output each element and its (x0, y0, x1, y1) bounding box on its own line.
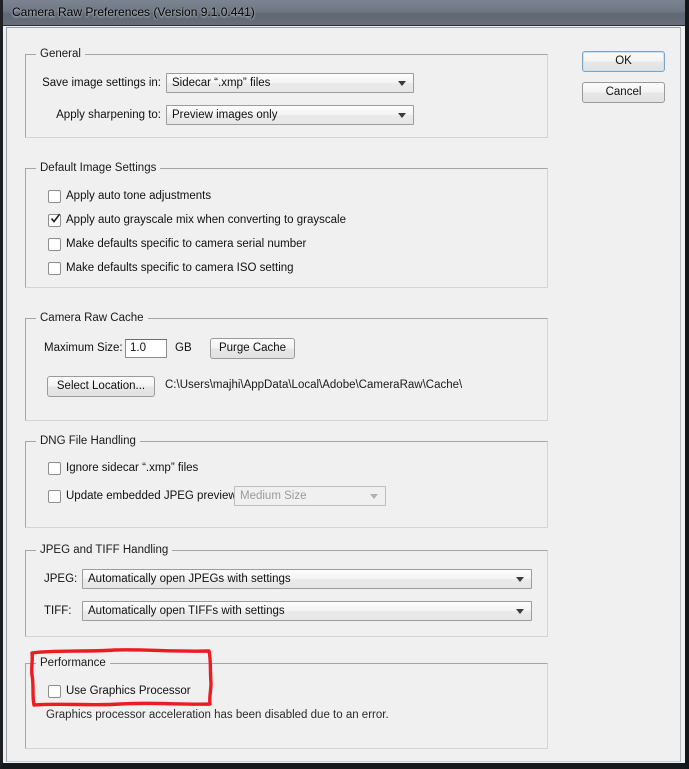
default-image-settings-group-title: Default Image Settings (36, 162, 161, 174)
dng-file-handling-group: DNG File Handling (25, 435, 548, 528)
window-title: Camera Raw Preferences (Version 9.1.0.44… (12, 5, 255, 19)
performance-group: Performance (25, 657, 548, 749)
checkbox-ignore-sidecar-xmp[interactable] (48, 462, 61, 475)
jpeg-handling-dropdown[interactable]: Automatically open JPEGs with settings (82, 569, 532, 589)
maximum-size-input[interactable]: 1.0 (125, 339, 167, 358)
graphics-processor-error-text: Graphics processor acceleration has been… (46, 709, 389, 721)
save-image-settings-value: Sidecar “.xmp” files (172, 77, 271, 89)
tiff-handling-dropdown[interactable]: Automatically open TIFFs with settings (82, 601, 532, 621)
ok-button[interactable]: OK (582, 51, 665, 72)
checkmark-icon (50, 213, 61, 223)
jpeg-tiff-handling-group-title: JPEG and TIFF Handling (36, 544, 173, 556)
apply-sharpening-value: Preview images only (172, 109, 278, 121)
checkbox-use-graphics-processor[interactable] (48, 685, 61, 698)
checkbox-update-embedded-jpeg-previews-label: Update embedded JPEG previews: (66, 490, 246, 502)
jpeg-tiff-handling-group: JPEG and TIFF Handling (25, 544, 548, 637)
camera-raw-cache-group: Camera Raw Cache (25, 312, 548, 421)
chevron-down-icon (398, 81, 406, 86)
general-group-title: General (36, 48, 85, 60)
checkbox-apply-auto-grayscale-mix[interactable] (48, 213, 61, 227)
checkbox-apply-auto-tone[interactable] (48, 190, 61, 203)
chevron-down-icon (398, 113, 406, 118)
checkbox-apply-auto-grayscale-mix-label: Apply auto grayscale mix when converting… (66, 214, 346, 226)
checkbox-update-embedded-jpeg-previews[interactable] (48, 490, 61, 503)
checkbox-defaults-camera-iso[interactable] (48, 262, 61, 275)
embedded-preview-size-dropdown[interactable]: Medium Size (234, 486, 386, 506)
checkbox-apply-auto-tone-label: Apply auto tone adjustments (66, 190, 212, 202)
camera-raw-cache-group-title: Camera Raw Cache (36, 312, 148, 324)
chevron-down-icon (516, 577, 524, 582)
general-group: General (25, 48, 548, 138)
apply-sharpening-label: Apply sharpening to: (56, 109, 161, 121)
tiff-handling-value: Automatically open TIFFs with settings (88, 605, 285, 617)
cancel-button[interactable]: Cancel (582, 82, 665, 103)
dng-file-handling-group-title: DNG File Handling (36, 435, 140, 447)
checkbox-defaults-camera-serial[interactable] (48, 238, 61, 251)
cache-path-text: C:\Users\majhi\AppData\Local\Adobe\Camer… (165, 379, 463, 391)
jpeg-handling-value: Automatically open JPEGs with settings (88, 573, 291, 585)
purge-cache-button[interactable]: Purge Cache (210, 338, 295, 359)
chevron-down-icon (370, 494, 378, 499)
tiff-label: TIFF: (44, 605, 72, 617)
checkbox-ignore-sidecar-xmp-label: Ignore sidecar “.xmp” files (66, 462, 199, 474)
embedded-preview-size-value: Medium Size (240, 490, 307, 502)
save-image-settings-dropdown[interactable]: Sidecar “.xmp” files (166, 73, 414, 93)
camera-raw-preferences-window: Camera Raw Preferences (Version 9.1.0.44… (0, 0, 689, 769)
maximum-size-unit-label: GB (175, 342, 192, 354)
chevron-down-icon (516, 609, 524, 614)
window-titlebar[interactable]: Camera Raw Preferences (Version 9.1.0.44… (3, 0, 685, 26)
checkbox-defaults-camera-iso-label: Make defaults specific to camera ISO set… (66, 262, 294, 274)
select-location-button[interactable]: Select Location... (47, 376, 155, 397)
performance-group-title: Performance (36, 657, 110, 669)
checkbox-use-graphics-processor-label: Use Graphics Processor (66, 685, 191, 697)
save-image-settings-label: Save image settings in: (42, 77, 161, 89)
jpeg-label: JPEG: (44, 573, 78, 585)
maximum-size-label: Maximum Size: (44, 342, 123, 354)
checkbox-defaults-camera-serial-label: Make defaults specific to camera serial … (66, 238, 307, 250)
apply-sharpening-dropdown[interactable]: Preview images only (166, 105, 414, 125)
